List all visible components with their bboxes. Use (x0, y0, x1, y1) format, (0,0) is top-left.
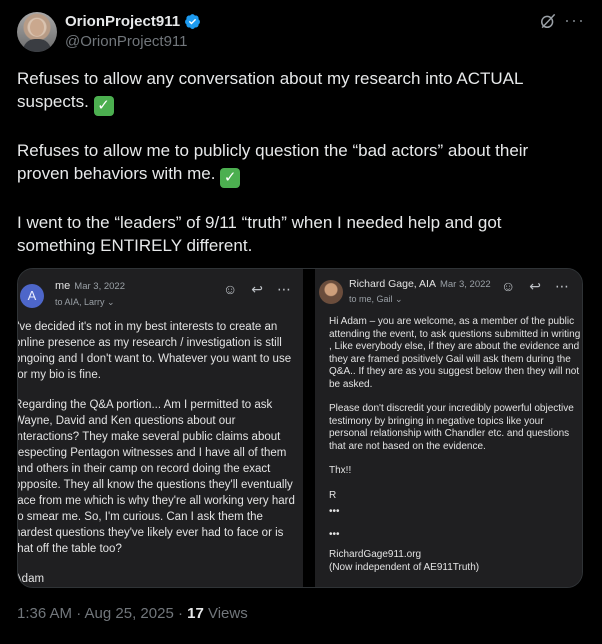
image-divider (303, 269, 315, 587)
author-display-name[interactable]: OrionProject911 (65, 13, 201, 30)
tweet-media-image[interactable]: A me Mar 3, 2022 to AIA, Larry ⌄ ☺ ↩ ⋯ I'… (17, 268, 583, 588)
verified-badge-icon (185, 14, 200, 29)
more-icon: ⋯ (555, 278, 570, 294)
email-sender-avatar (319, 280, 343, 304)
grok-icon[interactable] (538, 11, 558, 31)
email-date: Mar 3, 2022 (74, 281, 125, 292)
views-count: 17 (187, 605, 204, 622)
tweet-text: Refuses to allow any conversation about … (17, 67, 577, 280)
author-avatar[interactable] (17, 12, 57, 52)
email-sender-avatar: A (20, 284, 44, 308)
author-handle[interactable]: @OrionProject911 (65, 33, 188, 50)
email-screenshot-right: Richard Gage, AIA Mar 3, 2022 to me, Gail… (315, 269, 582, 587)
tweet-paragraph: I went to the “leaders” of 9/11 “truth” … (17, 213, 502, 255)
email-recipients: to AIA, Larry ⌄ (55, 297, 115, 307)
tweet-timestamp[interactable]: 1:36 AM · Aug 25, 2025 · 17 Views (17, 605, 248, 622)
email-from: Richard Gage, AIA Mar 3, 2022 (349, 278, 491, 290)
email-recipients: to me, Gail ⌄ (349, 294, 403, 304)
tweet-paragraph: Refuses to allow me to publicly question… (17, 141, 529, 188)
email-actions: ☺ ↩ ⋯ (501, 278, 569, 295)
more-icon: ⋯ (277, 281, 292, 297)
more-options-button[interactable]: ··· (564, 10, 585, 31)
display-name-text: OrionProject911 (65, 13, 181, 30)
reply-icon: ↩ (251, 281, 264, 297)
email-from: me Mar 3, 2022 (55, 280, 125, 292)
email-date: Mar 3, 2022 (439, 279, 491, 290)
avatar-body (23, 39, 51, 52)
check-mark-icon: ✓ (93, 96, 114, 116)
emoji-icon: ☺ (501, 278, 516, 294)
email-body: I've decided it's not in my best interes… (17, 321, 295, 585)
check-mark-icon: ✓ (220, 168, 241, 188)
email-screenshot-left: A me Mar 3, 2022 to AIA, Larry ⌄ ☺ ↩ ⋯ I'… (18, 269, 303, 587)
email-actions: ☺ ↩ ⋯ (223, 281, 291, 298)
avatar-head (30, 19, 44, 36)
reply-icon: ↩ (529, 278, 542, 294)
tweet-paragraph: Refuses to allow any conversation about … (17, 69, 523, 116)
emoji-icon: ☺ (223, 281, 238, 297)
email-body: Hi Adam – you are welcome, as a member o… (329, 316, 581, 573)
